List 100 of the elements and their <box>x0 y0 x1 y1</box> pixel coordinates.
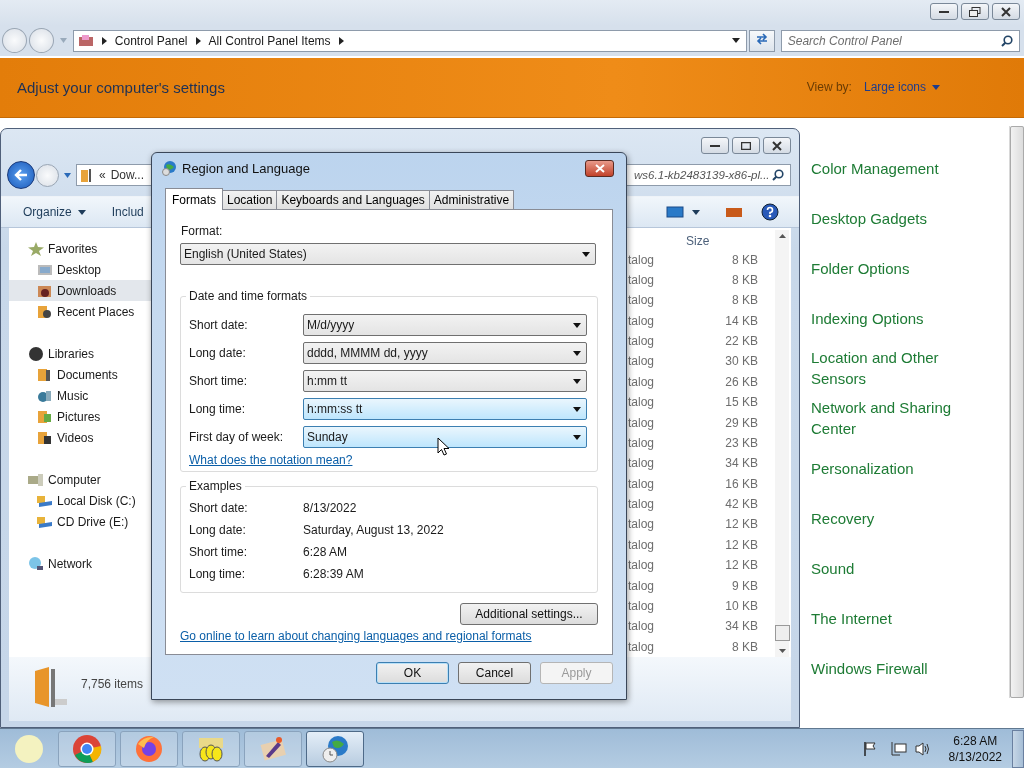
taskbar-button[interactable] <box>244 730 302 767</box>
taskbar-button[interactable] <box>306 730 364 767</box>
table-cell-text: talog <box>628 252 656 267</box>
format-dropdown[interactable]: English (United States) <box>180 243 596 265</box>
restore-button[interactable] <box>961 3 989 20</box>
field-label: First day of week: <box>189 430 285 444</box>
control-panel-link[interactable]: Network and Sharing Center <box>811 397 981 439</box>
nav-item[interactable]: Computer <box>9 469 151 490</box>
volume-icon[interactable] <box>914 740 931 757</box>
address-bar[interactable]: Control Panel All Control Panel Items <box>72 29 747 52</box>
control-panel-link[interactable]: Indexing Options <box>811 307 981 329</box>
show-desktop-button[interactable] <box>1012 729 1024 768</box>
maximize-button[interactable] <box>732 137 760 154</box>
table-cell-text: 12 KB <box>724 537 758 552</box>
dropdown-caret-icon[interactable] <box>731 38 740 44</box>
help-link[interactable]: What does the notation mean? <box>189 453 353 467</box>
format-dropdown[interactable]: h:mm tt <box>303 370 587 392</box>
format-dropdown[interactable]: h:mm:ss tt <box>303 398 587 420</box>
nav-item[interactable]: Documents <box>9 364 151 385</box>
toolbar-button[interactable]: Includ <box>105 205 150 219</box>
breadcrumb-item[interactable]: Control Panel <box>114 33 188 48</box>
help-icon[interactable] <box>761 203 779 221</box>
table-cell-text: 26 KB <box>724 374 758 389</box>
view-by-dropdown[interactable]: Large icons <box>863 80 940 95</box>
scrollbar[interactable] <box>1009 126 1024 698</box>
tab[interactable]: Formats <box>165 188 223 210</box>
scroll-up-icon[interactable] <box>778 234 786 238</box>
flag-icon[interactable] <box>862 740 877 757</box>
nav-item[interactable]: Local Disk (C:) <box>9 490 151 511</box>
search-icon[interactable] <box>1001 34 1013 47</box>
example-label: Long date: <box>189 523 247 537</box>
tab[interactable]: Location <box>222 190 278 209</box>
chevron-icon[interactable] <box>195 36 201 45</box>
address-text[interactable]: « <box>99 168 106 182</box>
additional-settings-button[interactable]: Additional settings... <box>460 603 598 625</box>
close-button[interactable] <box>992 3 1020 20</box>
taskbar-button[interactable] <box>182 730 240 767</box>
format-dropdown[interactable]: Sunday <box>303 426 587 448</box>
minimize-button[interactable] <box>701 137 729 154</box>
taskbar-button[interactable] <box>58 730 116 767</box>
close-icon <box>772 140 782 151</box>
online-link[interactable]: Go online to learn about changing languages and regional formats <box>180 629 532 643</box>
chevron-icon[interactable] <box>338 36 344 45</box>
chevron-icon[interactable] <box>101 36 107 45</box>
control-panel-link[interactable]: Color Management <box>811 157 981 179</box>
star-icon <box>28 241 44 256</box>
dialog-button[interactable]: Cancel <box>458 662 531 684</box>
history-caret-icon[interactable] <box>64 172 71 178</box>
table-cell-text: talog <box>628 456 656 471</box>
tab[interactable]: Administrative <box>428 190 515 209</box>
search-field[interactable]: Search Control Panel <box>780 29 1020 52</box>
nav-item[interactable]: Music <box>9 385 151 406</box>
minimize-button[interactable] <box>930 3 958 20</box>
network-icon[interactable] <box>890 740 907 757</box>
nav-item[interactable]: Videos <box>9 427 151 448</box>
refresh-button[interactable] <box>748 29 775 52</box>
nav-item[interactable]: CD Drive (E:) <box>9 511 151 532</box>
nav-item[interactable]: Downloads <box>9 280 151 301</box>
nav-item[interactable]: Favorites <box>9 238 151 259</box>
control-panel-link[interactable]: Sound <box>811 557 981 579</box>
control-panel-link[interactable]: Personalization <box>811 457 981 479</box>
control-panel-link[interactable]: Recovery <box>811 507 981 529</box>
table-cell-text: 16 KB <box>724 476 758 491</box>
preview-pane-icon[interactable] <box>726 206 742 218</box>
nav-item[interactable]: Network <box>9 553 151 574</box>
clock[interactable]: 6:28 AM 8/13/2022 <box>948 732 1002 765</box>
search-icon[interactable] <box>772 169 784 181</box>
tab[interactable]: Keyboards and Languages <box>276 190 430 209</box>
example-label: Short date: <box>189 501 249 515</box>
table-cell-text: 12 KB <box>724 517 758 532</box>
nav-item[interactable]: Desktop <box>9 259 151 280</box>
scroll-down-icon[interactable] <box>778 649 786 653</box>
address-text[interactable]: Dow... <box>110 168 145 182</box>
control-panel-link[interactable]: Location and Other Sensors <box>811 347 981 389</box>
dropdown-caret-icon[interactable] <box>692 209 700 215</box>
scrollbar[interactable] <box>775 230 789 657</box>
close-button[interactable] <box>585 159 614 177</box>
table-cell-text: talog <box>628 313 656 328</box>
back-button[interactable] <box>7 161 35 189</box>
close-button[interactable] <box>763 137 791 154</box>
control-panel-link[interactable]: Folder Options <box>811 257 981 279</box>
control-panel-link[interactable]: Desktop Gadgets <box>811 207 981 229</box>
folder-icon <box>80 167 94 183</box>
toolbar-button[interactable]: Organize <box>17 205 92 219</box>
nav-item[interactable]: Recent Places <box>9 301 151 322</box>
nav-item[interactable]: Pictures <box>9 406 151 427</box>
format-dropdown[interactable]: M/d/yyyy <box>303 314 587 336</box>
format-dropdown[interactable]: dddd, MMMM dd, yyyy <box>303 342 587 364</box>
control-panel-link[interactable]: Windows Firewall <box>811 657 981 679</box>
table-cell-text: 10 KB <box>724 598 758 613</box>
dialog-button[interactable]: OK <box>376 662 449 684</box>
breadcrumb-item[interactable]: All Control Panel Items <box>208 33 331 48</box>
control-panel-link[interactable]: The Internet <box>811 607 981 629</box>
nav-item[interactable]: Libraries <box>9 343 151 364</box>
maximize-icon <box>741 141 751 150</box>
column-header[interactable]: Size <box>686 234 710 249</box>
taskbar-button[interactable] <box>120 730 178 767</box>
scrollbar-thumb[interactable] <box>774 625 790 641</box>
table-cell-text: talog <box>628 354 656 369</box>
caret-icon <box>573 378 581 384</box>
